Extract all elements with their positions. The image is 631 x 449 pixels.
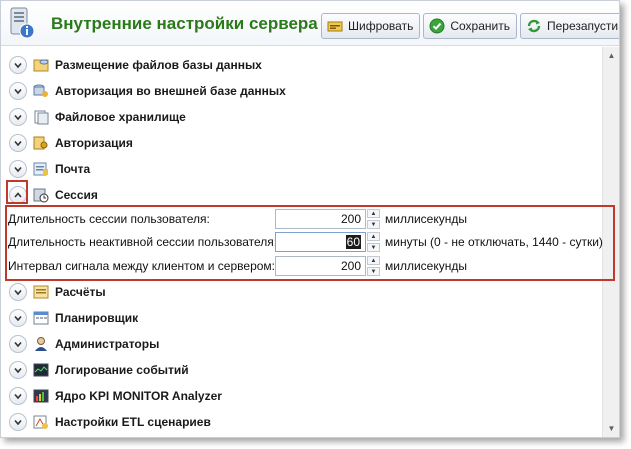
event-log-icon [33,363,49,377]
external-db-auth-icon [33,84,48,97]
save-button[interactable]: Сохранить [423,13,517,39]
etl-settings-icon [33,415,48,429]
section-row[interactable]: Ядро KPI MONITOR Analyzer [1,384,601,408]
section-row[interactable]: Файловое хранилище [1,105,601,129]
inactive-session-input[interactable]: 60 [275,232,366,252]
heartbeat-interval-value: 200 [340,259,361,273]
section-label: Авторизация во внешней базе данных [55,84,286,98]
section-label: Планировщик [55,311,139,325]
section-label: Файловое хранилище [55,110,186,124]
section-row[interactable]: Авторизация во внешней базе данных [1,79,601,103]
chevron-down-icon[interactable] [9,56,27,74]
encrypt-button[interactable]: Шифровать [321,13,421,39]
heartbeat-interval-input[interactable]: 200 [275,256,366,276]
encrypt-button-label: Шифровать [348,19,414,33]
section-row[interactable]: Размещение файлов базы данных [1,53,601,77]
section-label: Расчёты [55,285,106,299]
section-label: Настройки ETL сценариев [55,415,211,429]
section-row[interactable]: Настройки ETL сценариев [1,410,601,434]
administrators-icon [35,337,47,351]
calculations-icon [33,285,49,299]
restart-button-label: Перезапусти [546,19,619,33]
spin-up-icon[interactable]: ▲ [367,256,380,265]
database-files-icon [33,59,49,72]
chevron-down-icon[interactable] [9,108,27,126]
scheduler-icon [33,311,49,325]
section-row[interactable]: Расчёты [1,280,601,304]
section-row[interactable]: Сессия [1,183,601,207]
inactive-session-value: 60 [345,235,361,249]
chevron-down-icon[interactable] [9,309,27,327]
section-row[interactable]: Логирование событий [1,358,601,382]
session-icon [33,188,49,203]
toolbar: Шифровать Сохранить Перезапусти [321,13,619,39]
session-duration-input[interactable]: 200 [275,209,366,229]
section-row[interactable]: Авторизация [1,131,601,155]
chevron-down-icon[interactable] [9,82,27,100]
section-label: Логирование событий [55,363,189,377]
spin-up-icon[interactable]: ▲ [367,232,380,241]
inactive-session-row: Длительность неактивной сессии пользоват… [8,232,608,252]
spin-down-icon[interactable]: ▼ [367,243,380,252]
encrypt-icon [327,21,343,32]
spin-down-icon[interactable]: ▼ [367,220,380,229]
section-label: Администраторы [55,337,160,351]
restart-icon [527,19,541,33]
mail-icon [33,162,48,176]
page-title: Внутренние настройки сервера [51,14,318,33]
chevron-down-icon[interactable] [9,160,27,178]
analyzer-core-icon [33,389,49,403]
chevron-down-icon[interactable] [9,335,27,353]
settings-window: Внутренние настройки сервера Шифровать С… [0,0,620,438]
section-label: Сессия [55,188,98,202]
section-row[interactable]: Почта [1,157,601,181]
session-duration-value: 200 [340,212,361,226]
heartbeat-interval-row: Интервал сигнала между клиентом и сервер… [8,256,608,276]
spin-down-icon[interactable]: ▼ [367,267,380,276]
section-label: Авторизация [55,136,133,150]
chevron-down-icon[interactable] [9,387,27,405]
scroll-down-icon[interactable]: ▼ [603,420,619,437]
section-label: Почта [55,162,91,176]
file-storage-icon [34,110,49,125]
session-duration-spinner[interactable]: ▲ ▼ [367,209,380,229]
chevron-down-icon[interactable] [9,134,27,152]
heartbeat-interval-label: Интервал сигнала между клиентом и сервер… [8,259,275,273]
authorization-icon [33,136,48,150]
server-settings-icon [10,7,35,39]
section-row[interactable]: Администраторы [1,332,601,356]
restart-button[interactable]: Перезапусти [519,13,619,39]
save-check-icon [429,18,445,34]
section-row[interactable]: Планировщик [1,306,601,330]
inactive-session-label: Длительность неактивной сессии пользоват… [8,235,278,249]
save-button-label: Сохранить [450,19,510,33]
section-label: Ядро KPI MONITOR Analyzer [55,389,222,403]
chevron-down-icon[interactable] [9,361,27,379]
session-duration-unit: миллисекунды [385,212,467,226]
session-duration-label: Длительность сессии пользователя: [8,212,210,226]
heartbeat-interval-spinner[interactable]: ▲ ▼ [367,256,380,276]
heartbeat-interval-unit: миллисекунды [385,259,467,273]
scroll-up-icon[interactable]: ▲ [603,47,619,64]
inactive-session-spinner[interactable]: ▲ ▼ [367,232,380,252]
page: Внутренние настройки сервера Шифровать С… [0,0,631,449]
session-duration-row: Длительность сессии пользователя: 200 ▲ ▼… [8,209,608,229]
chevron-down-icon[interactable] [9,413,27,431]
session-chevron-highlight [6,180,28,204]
header: Внутренние настройки сервера Шифровать С… [1,1,619,46]
chevron-down-icon[interactable] [9,283,27,301]
section-label: Размещение файлов базы данных [55,58,262,72]
inactive-session-unit: минуты (0 - не отключать, 1440 - сутки) [385,235,603,249]
spin-up-icon[interactable]: ▲ [367,209,380,218]
